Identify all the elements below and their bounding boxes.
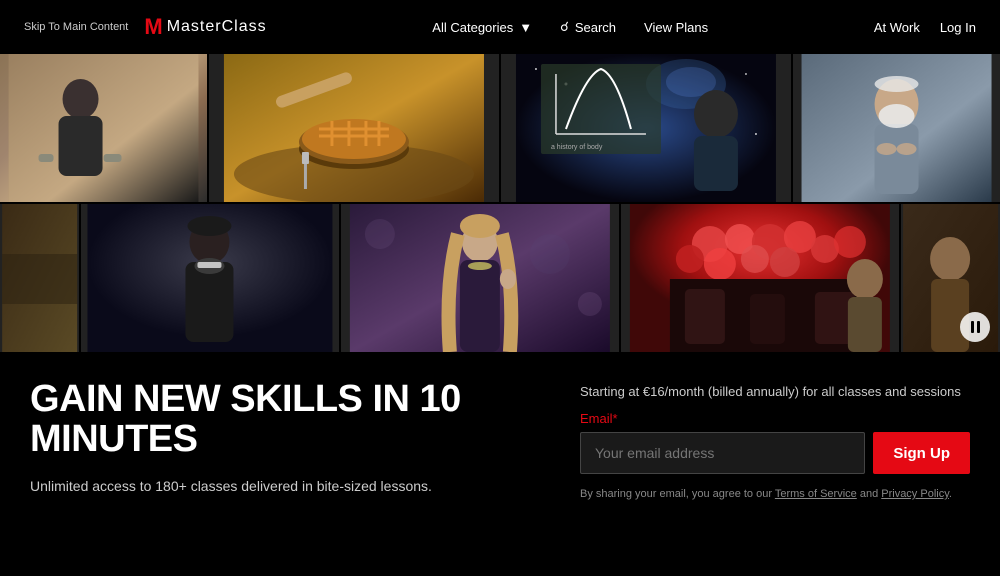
hero-left: GAIN NEW SKILLS IN 10 MINUTES Unlimited … bbox=[30, 380, 540, 503]
pie-image bbox=[209, 54, 499, 202]
cooking2-image bbox=[0, 204, 79, 352]
richard-image bbox=[793, 54, 1000, 202]
gallery-cell-cooking2[interactable] bbox=[0, 204, 79, 352]
privacy-policy-link[interactable]: Privacy Policy bbox=[881, 488, 949, 500]
hero-headline: GAIN NEW SKILLS IN 10 MINUTES bbox=[30, 380, 540, 460]
gallery-cell-mariah[interactable] bbox=[341, 204, 619, 352]
signup-button[interactable]: Sign Up bbox=[873, 432, 970, 474]
terms-text: By sharing your email, you agree to our … bbox=[580, 486, 970, 503]
logo-text: MasterClass bbox=[167, 18, 267, 36]
search-button[interactable]: ☌ Search bbox=[560, 19, 616, 35]
gallery-cell-gordon[interactable] bbox=[0, 54, 207, 202]
at-work-link[interactable]: At Work bbox=[874, 20, 920, 35]
view-plans-link[interactable]: View Plans bbox=[644, 20, 708, 35]
email-input[interactable] bbox=[580, 432, 865, 474]
logo[interactable]: M MasterClass bbox=[144, 14, 266, 40]
login-link[interactable]: Log In bbox=[940, 20, 976, 35]
signup-form: Sign Up bbox=[580, 432, 970, 474]
gallery-row-1: a history of body bbox=[0, 54, 1000, 202]
flowers-image bbox=[621, 204, 899, 352]
svg-text:a history of body: a history of body bbox=[551, 144, 603, 151]
pause-icon bbox=[971, 321, 980, 333]
gordon-image bbox=[0, 54, 207, 202]
skip-to-main[interactable]: Skip To Main Content bbox=[24, 21, 128, 33]
gallery-cell-kris[interactable] bbox=[81, 204, 339, 352]
mariah-image bbox=[341, 204, 619, 352]
hero-section: GAIN NEW SKILLS IN 10 MINUTES Unlimited … bbox=[0, 352, 1000, 503]
hero-pricing: Starting at €16/month (billed annually) … bbox=[580, 384, 970, 399]
gallery-cell-ndt[interactable]: a history of body bbox=[501, 54, 791, 202]
gallery-cell-music2[interactable] bbox=[901, 204, 1000, 352]
hero-subheadline: Unlimited access to 180+ classes deliver… bbox=[30, 476, 540, 497]
pause-button[interactable] bbox=[960, 312, 990, 342]
search-icon: ☌ bbox=[560, 19, 569, 35]
nav-center: All Categories ▼ ☌ Search View Plans bbox=[432, 19, 708, 35]
hero-right: Starting at €16/month (billed annually) … bbox=[580, 380, 970, 503]
gallery-row-2 bbox=[0, 204, 1000, 352]
instructor-gallery: a history of body bbox=[0, 54, 1000, 352]
main-nav: Skip To Main Content M MasterClass All C… bbox=[0, 0, 1000, 54]
gallery-cell-pie[interactable] bbox=[209, 54, 499, 202]
ndt-image: a history of body bbox=[501, 54, 791, 202]
nav-left: Skip To Main Content M MasterClass bbox=[24, 14, 267, 40]
all-categories-menu[interactable]: All Categories ▼ bbox=[432, 20, 532, 35]
logo-icon: M bbox=[144, 14, 160, 40]
required-indicator: * bbox=[613, 411, 618, 426]
search-label: Search bbox=[575, 20, 616, 35]
email-label: Email* bbox=[580, 411, 970, 426]
gallery-cell-flowers[interactable] bbox=[621, 204, 899, 352]
all-categories-label: All Categories bbox=[432, 20, 513, 35]
nav-right: At Work Log In bbox=[874, 20, 976, 35]
chevron-down-icon: ▼ bbox=[519, 20, 532, 35]
kris-image bbox=[81, 204, 339, 352]
terms-of-service-link[interactable]: Terms of Service bbox=[775, 488, 857, 500]
gallery-cell-richard[interactable] bbox=[793, 54, 1000, 202]
